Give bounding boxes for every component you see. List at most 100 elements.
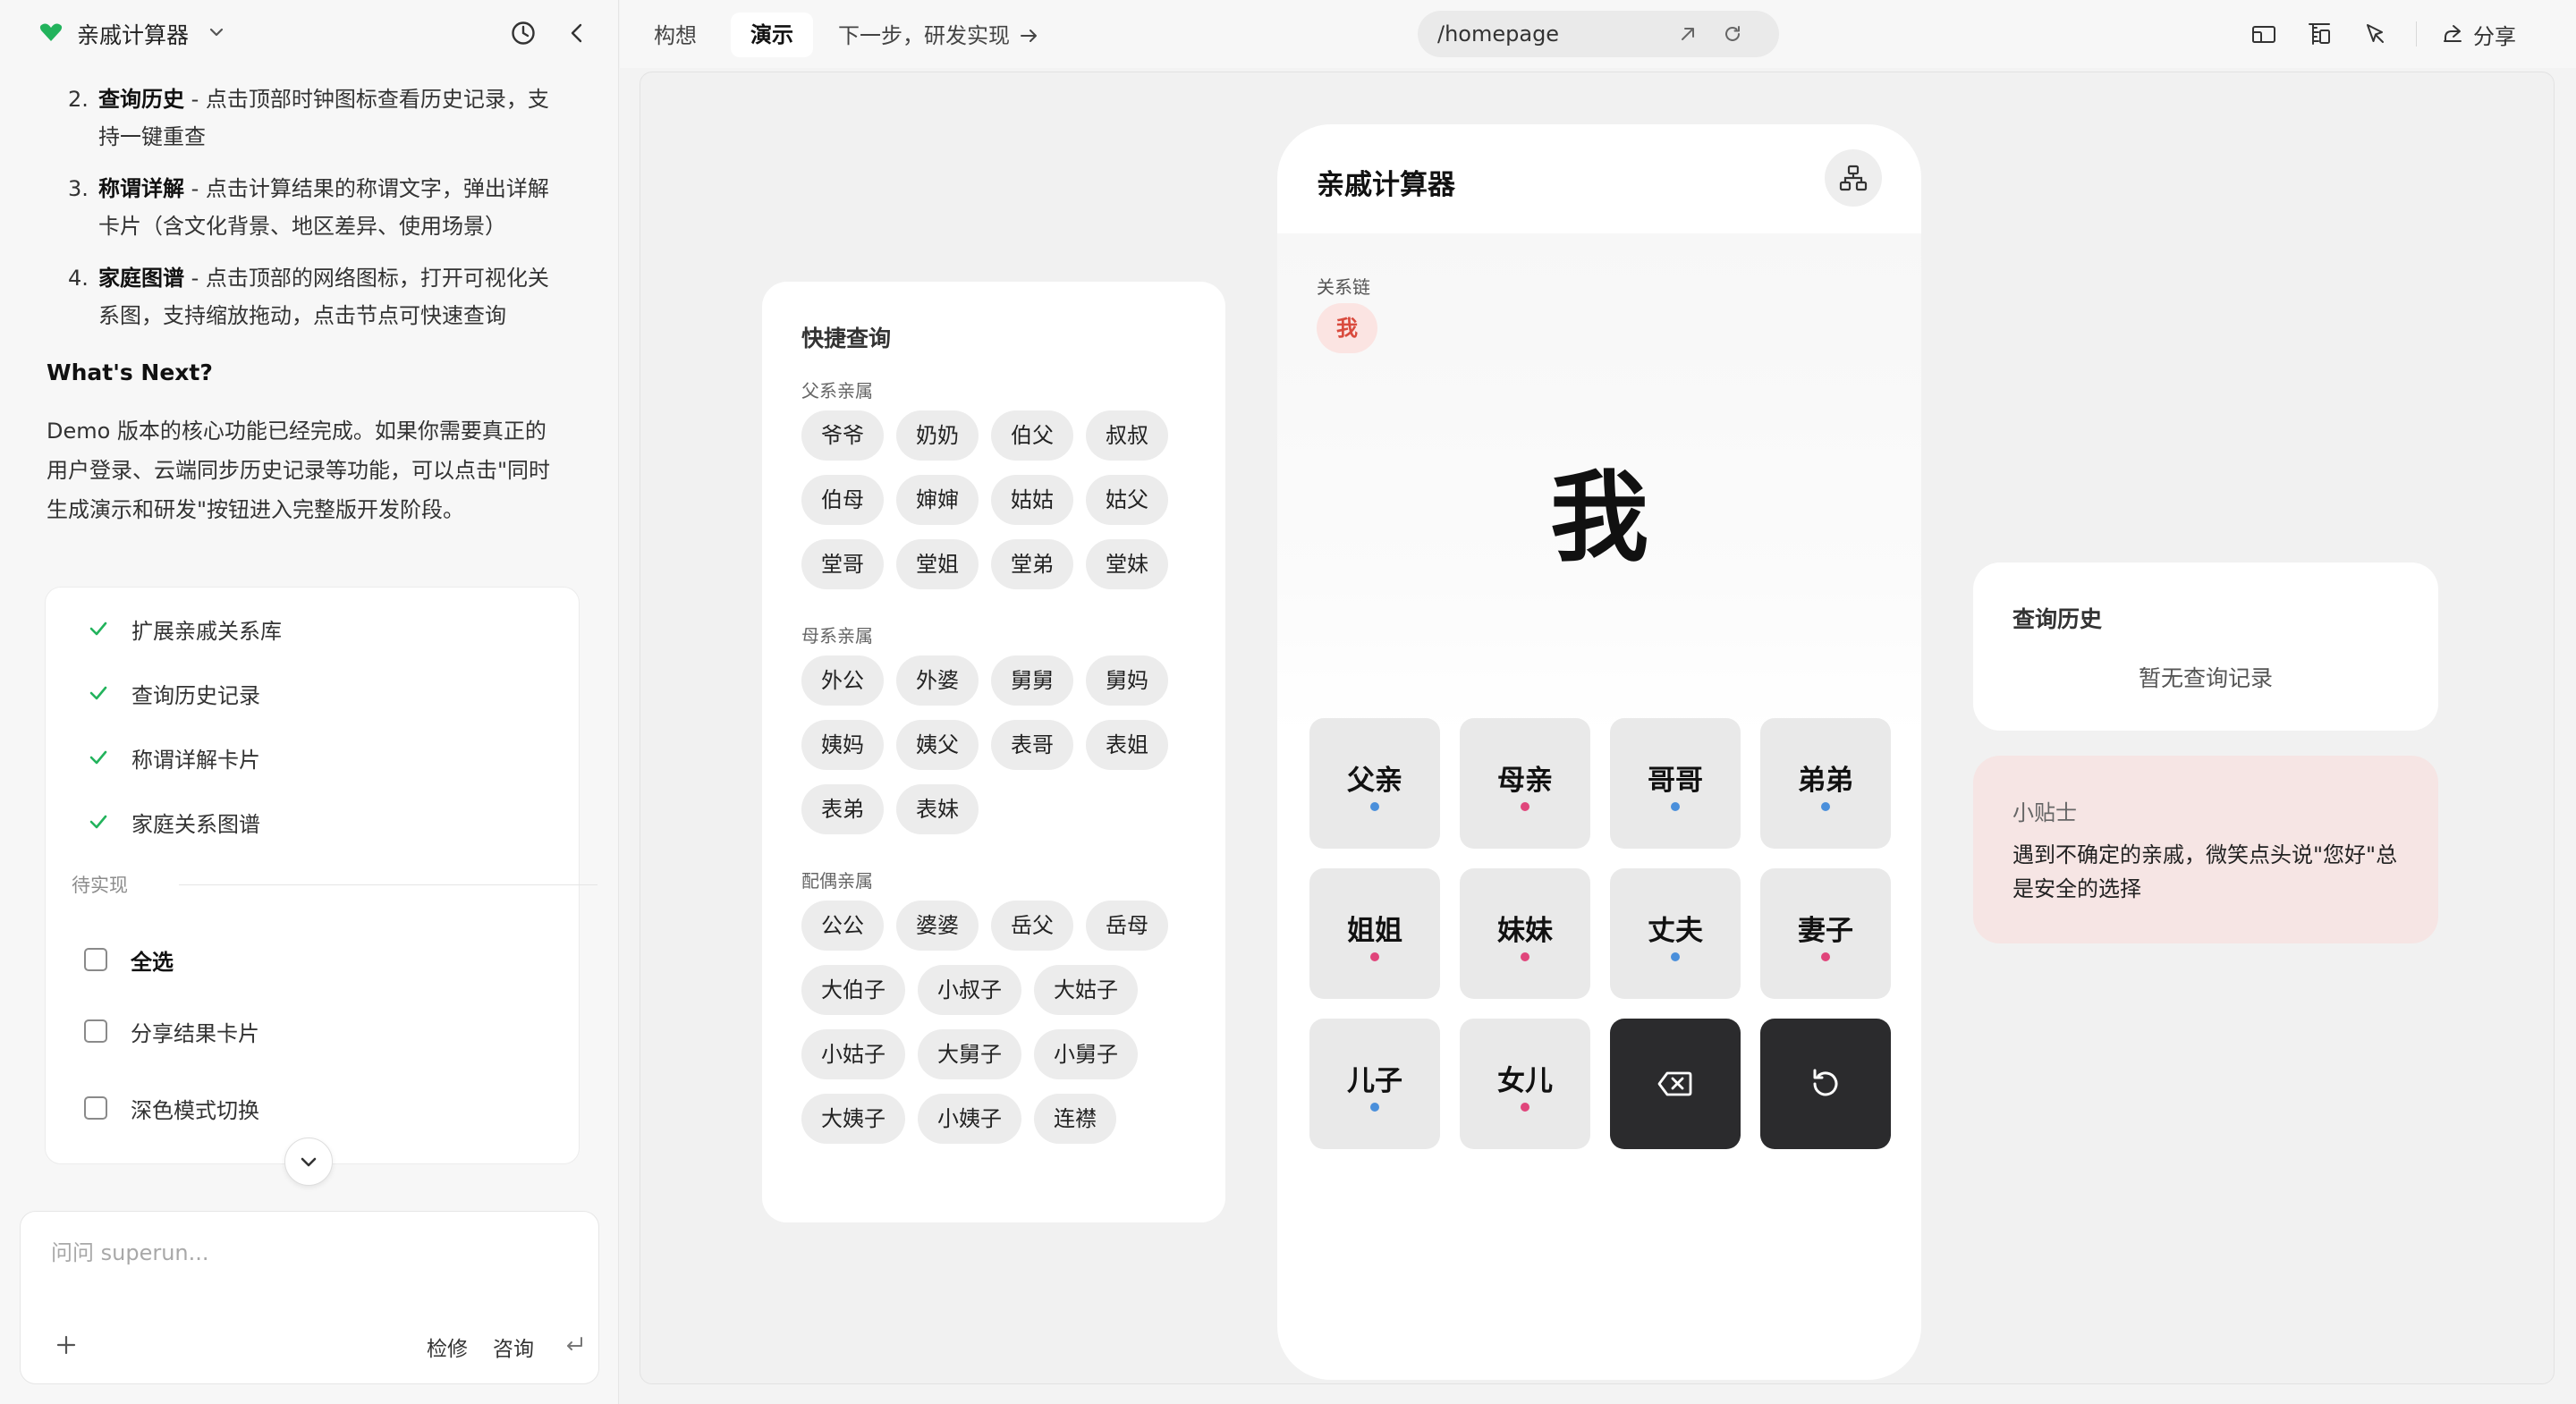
reset-key[interactable] [1760, 1019, 1891, 1149]
relation-chip[interactable]: 叔叔 [1086, 410, 1168, 461]
relation-key[interactable]: 父亲 [1309, 718, 1440, 849]
relation-chain-chip[interactable]: 我 [1317, 303, 1377, 353]
relation-chip[interactable]: 姨父 [896, 720, 979, 770]
relation-chip[interactable]: 大伯子 [801, 965, 905, 1015]
relation-chip[interactable]: 小姑子 [801, 1029, 905, 1079]
group-label-paternal: 父系亲属 [801, 380, 873, 402]
project-title[interactable]: 亲戚计算器 [77, 18, 189, 50]
todo-done-item: 查询历史记录 [87, 675, 260, 711]
relation-chip[interactable]: 公公 [801, 901, 884, 951]
relation-key[interactable]: 哥哥 [1610, 718, 1741, 849]
relation-chip[interactable]: 表妹 [896, 784, 979, 834]
repair-button[interactable]: 检修 [427, 1332, 468, 1362]
relation-chip[interactable]: 姨妈 [801, 720, 884, 770]
relation-chip[interactable]: 伯父 [991, 410, 1073, 461]
relation-chip[interactable]: 表哥 [991, 720, 1073, 770]
key-label: 儿子 [1347, 1065, 1402, 1097]
relation-chip[interactable]: 婶婶 [896, 475, 979, 525]
relation-chip[interactable]: 伯母 [801, 475, 884, 525]
relation-chip[interactable]: 小叔子 [918, 965, 1021, 1015]
share-button[interactable]: 分享 [2441, 18, 2516, 50]
relation-key[interactable]: 妻子 [1760, 868, 1891, 999]
guide-item: 3. 称谓详解 - 点击计算结果的称谓文字，弹出详解卡片（含文化背景、地区差异、… [47, 170, 565, 245]
relation-chip[interactable]: 岳父 [991, 901, 1073, 951]
url-bar[interactable]: /homepage [1418, 11, 1779, 57]
gender-dot [1521, 952, 1530, 961]
relation-chip[interactable]: 奶奶 [896, 410, 979, 461]
key-label: 父亲 [1347, 765, 1402, 797]
relation-chip[interactable]: 外婆 [896, 655, 979, 706]
todo-pending-item[interactable]: 分享结果卡片 [84, 1013, 259, 1049]
key-label: 丈夫 [1648, 915, 1703, 947]
key-label: 妹妹 [1497, 915, 1553, 947]
url-text[interactable]: /homepage [1437, 21, 1559, 47]
key-label: 女儿 [1497, 1065, 1553, 1097]
tab-next-step[interactable]: 下一步，研发实现 [838, 16, 1038, 55]
chat-panel: 亲戚计算器 2. 查询历史 - 点击顶部时钟图标查看历史记录，支持一键重查 3.… [0, 0, 619, 1404]
key-label: 姐姐 [1347, 915, 1402, 947]
relation-chip[interactable]: 表弟 [801, 784, 884, 834]
relation-key[interactable]: 妹妹 [1460, 868, 1590, 999]
arrow-right-icon [1021, 30, 1037, 42]
checkbox-icon[interactable] [84, 948, 107, 971]
ruler-icon[interactable] [2305, 20, 2334, 48]
reset-icon [1813, 1069, 1838, 1096]
chat-panel-header: 亲戚计算器 [0, 0, 619, 64]
relation-chip[interactable]: 姑姑 [991, 475, 1073, 525]
tab-demo[interactable]: 演示 [731, 13, 813, 57]
relation-chip[interactable]: 堂妹 [1086, 539, 1168, 589]
chip-list-paternal: 爷爷 奶奶 伯父 叔叔伯母 婶婶 姑姑 姑父堂哥 堂姐 堂弟 堂妹 [801, 410, 1195, 589]
relation-chip[interactable]: 堂哥 [801, 539, 884, 589]
relation-chip[interactable]: 姑父 [1086, 475, 1168, 525]
family-tree-button[interactable] [1825, 149, 1882, 207]
relation-key[interactable]: 儿子 [1309, 1019, 1440, 1149]
relation-chip[interactable]: 大姨子 [801, 1094, 905, 1144]
todo-pending-item[interactable]: 深色模式切换 [84, 1090, 259, 1126]
relation-chip[interactable]: 连襟 [1034, 1094, 1116, 1144]
key-label: 妻子 [1798, 915, 1853, 947]
relation-key[interactable]: 丈夫 [1610, 868, 1741, 999]
relation-key[interactable]: 女儿 [1460, 1019, 1590, 1149]
checkbox-icon[interactable] [84, 1019, 107, 1043]
assistant-message: 2. 查询历史 - 点击顶部时钟图标查看历史记录，支持一键重查 3. 称谓详解 … [47, 80, 565, 529]
relation-key[interactable]: 弟弟 [1760, 718, 1891, 849]
relation-chip[interactable]: 大姑子 [1034, 965, 1138, 1015]
enter-icon[interactable] [563, 1333, 586, 1357]
relation-chip[interactable]: 大舅子 [918, 1029, 1021, 1079]
relation-chip[interactable]: 小舅子 [1034, 1029, 1138, 1079]
open-external-icon[interactable] [1677, 23, 1699, 45]
relation-chip[interactable]: 舅妈 [1086, 655, 1168, 706]
relation-chip[interactable]: 堂姐 [896, 539, 979, 589]
relation-chip[interactable]: 外公 [801, 655, 884, 706]
guide-item-number: 4. [68, 266, 89, 291]
chevron-left-icon[interactable] [565, 20, 589, 47]
reload-icon[interactable] [1722, 23, 1743, 45]
chevron-down-icon[interactable] [208, 23, 225, 41]
relation-key[interactable]: 母亲 [1460, 718, 1590, 849]
relation-chip[interactable]: 小姨子 [918, 1094, 1021, 1144]
quick-query-title: 快捷查询 [801, 326, 892, 351]
tab-concept[interactable]: 构想 [641, 16, 709, 55]
result-title[interactable]: 我 [1277, 455, 1921, 580]
relation-chip[interactable]: 表姐 [1086, 720, 1168, 770]
query-history-card: 查询历史 暂无查询记录 [1973, 562, 2438, 731]
gender-dot [1521, 802, 1530, 811]
expand-button[interactable] [284, 1138, 333, 1186]
chat-input[interactable] [51, 1240, 552, 1265]
checkmark-icon [89, 622, 107, 636]
relation-chip[interactable]: 爷爷 [801, 410, 884, 461]
consult-button[interactable]: 咨询 [493, 1332, 534, 1362]
relation-key[interactable]: 姐姐 [1309, 868, 1440, 999]
relation-chip[interactable]: 舅舅 [991, 655, 1073, 706]
element-select-icon[interactable] [2360, 20, 2389, 48]
family-tree-icon [1839, 165, 1868, 191]
relation-chip[interactable]: 岳母 [1086, 901, 1168, 951]
relation-chip[interactable]: 堂弟 [991, 539, 1073, 589]
checkbox-icon[interactable] [84, 1096, 107, 1120]
relation-chip[interactable]: 婆婆 [896, 901, 979, 951]
select-all-checkbox[interactable]: 全选 [84, 942, 174, 977]
clock-history-icon[interactable] [510, 20, 537, 47]
device-preview-icon[interactable] [2250, 20, 2278, 48]
plus-icon[interactable] [55, 1333, 78, 1357]
backspace-key[interactable] [1610, 1019, 1741, 1149]
